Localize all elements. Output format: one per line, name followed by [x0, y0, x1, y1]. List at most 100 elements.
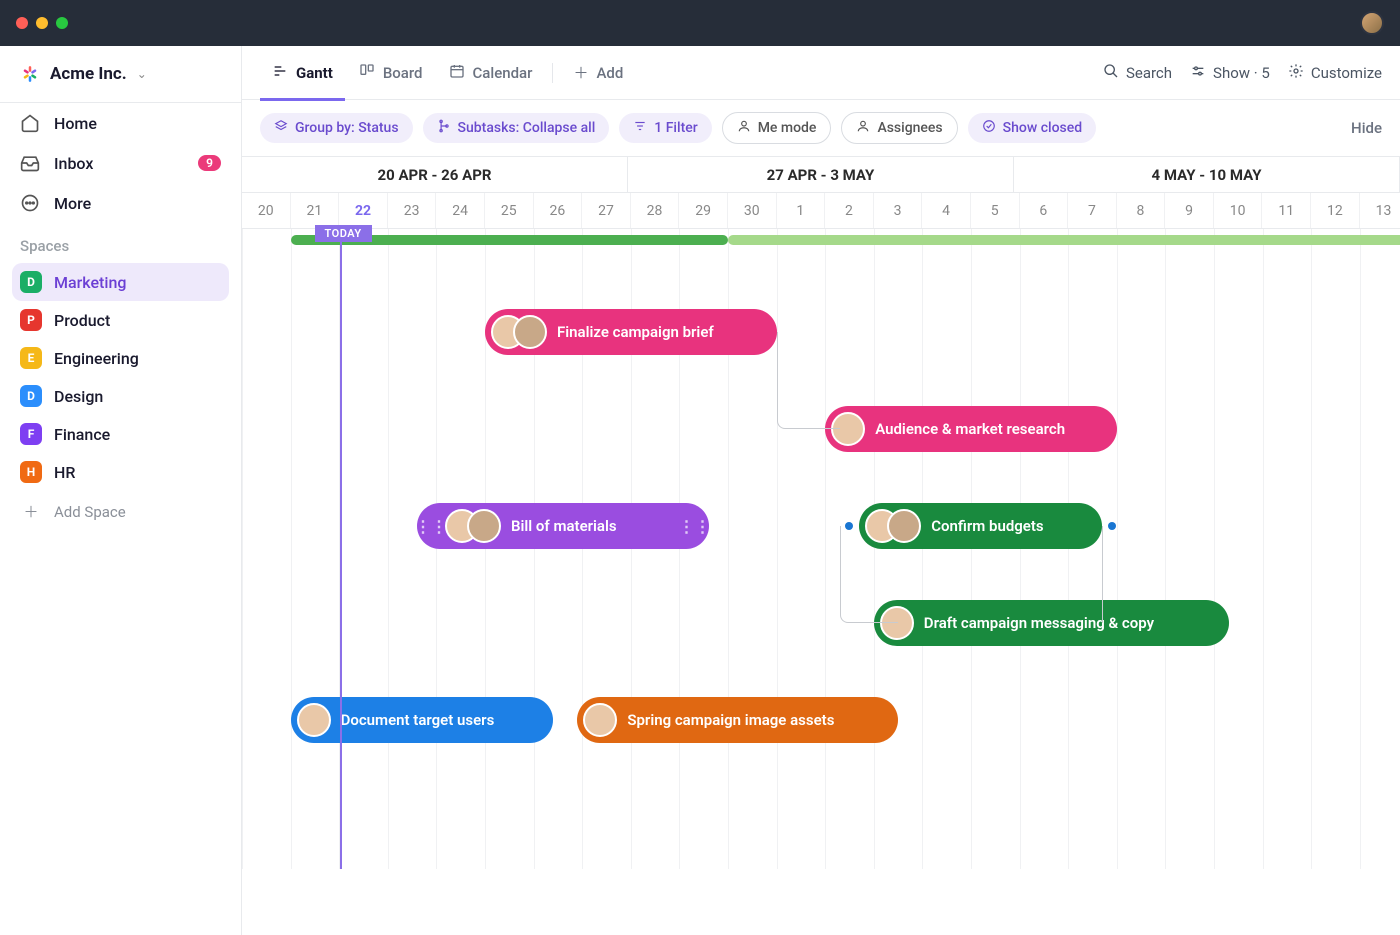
- nav-inbox[interactable]: Inbox 9: [0, 143, 241, 183]
- assignee-avatar: [297, 703, 331, 737]
- grid-line: [436, 229, 437, 869]
- sidebar-space-design[interactable]: DDesign: [12, 377, 229, 415]
- task-connector: [777, 332, 840, 429]
- chevron-down-icon: ⌄: [137, 67, 147, 81]
- sidebar-space-engineering[interactable]: EEngineering: [12, 339, 229, 377]
- space-marker-icon: D: [20, 271, 42, 293]
- sidebar-space-hr[interactable]: HHR: [12, 453, 229, 491]
- maximize-window-icon[interactable]: [56, 17, 68, 29]
- customize-button[interactable]: Customize: [1288, 63, 1382, 83]
- nav-home[interactable]: Home: [0, 103, 241, 143]
- grid-line: [1311, 229, 1312, 869]
- day-header: 4: [922, 193, 971, 228]
- assignees-pill[interactable]: Assignees: [841, 112, 957, 144]
- day-header: 27: [582, 193, 631, 228]
- space-label: Product: [54, 311, 110, 330]
- spaces-section-label: Spaces: [0, 223, 241, 263]
- grid-line: [1214, 229, 1215, 869]
- day-header: 6: [1020, 193, 1069, 228]
- show-closed-pill[interactable]: Show closed: [968, 113, 1096, 143]
- tab-board[interactable]: Board: [347, 57, 435, 89]
- space-marker-icon: H: [20, 461, 42, 483]
- view-tabs: Gantt Board Calendar ＋ Add Search: [242, 46, 1400, 100]
- day-header: 20: [242, 193, 291, 228]
- divider: [552, 63, 553, 83]
- week-header: 4 MAY - 10 MAY: [1014, 157, 1400, 192]
- grid-line: [1117, 229, 1118, 869]
- layers-icon: [274, 119, 288, 137]
- sidebar-space-finance[interactable]: F Finance: [12, 415, 229, 453]
- task-label: Confirm budgets: [931, 517, 1043, 535]
- show-button[interactable]: Show · 5: [1190, 63, 1270, 83]
- milestone-dot[interactable]: [1108, 522, 1116, 530]
- space-marker-icon: P: [20, 309, 42, 331]
- main-content: Gantt Board Calendar ＋ Add Search: [242, 46, 1400, 935]
- add-space-button[interactable]: ＋ Add Space: [0, 491, 241, 532]
- task-label: Spring campaign image assets: [627, 711, 834, 729]
- minimize-window-icon[interactable]: [36, 17, 48, 29]
- task-label: Audience & market research: [875, 420, 1065, 438]
- group-by-pill[interactable]: Group by: Status: [260, 113, 413, 143]
- grid-line: [339, 229, 340, 869]
- day-header: 22: [339, 193, 388, 228]
- search-icon: [1103, 63, 1119, 83]
- tab-calendar[interactable]: Calendar: [437, 57, 545, 89]
- close-window-icon[interactable]: [16, 17, 28, 29]
- filter-icon: [633, 119, 647, 137]
- plus-icon: ＋: [20, 501, 42, 522]
- gantt-body[interactable]: Finalize campaign brief Audience & market…: [242, 229, 1400, 869]
- space-label: Finance: [54, 425, 110, 444]
- week-header: 20 APR - 26 APR: [242, 157, 628, 192]
- day-header: 24: [436, 193, 485, 228]
- grid-line: [1068, 229, 1069, 869]
- add-view-button[interactable]: ＋ Add: [561, 57, 635, 89]
- task-bar[interactable]: Bill of materials ⋮⋮ ⋮⋮: [417, 503, 709, 549]
- task-label: Document target users: [341, 711, 495, 729]
- task-label: Bill of materials: [511, 517, 617, 535]
- subtasks-pill[interactable]: Subtasks: Collapse all: [423, 113, 610, 143]
- space-marker-icon: F: [20, 423, 42, 445]
- grid-line: [1165, 229, 1166, 869]
- app-logo-icon: [20, 64, 40, 84]
- day-header: 8: [1117, 193, 1166, 228]
- day-header: 9: [1165, 193, 1214, 228]
- titlebar: [0, 0, 1400, 46]
- day-header: 2: [825, 193, 874, 228]
- grid-line: [971, 229, 972, 869]
- drag-handle-icon[interactable]: ⋮⋮: [415, 517, 447, 536]
- hide-button[interactable]: Hide: [1351, 119, 1382, 137]
- tab-label: Calendar: [473, 64, 533, 82]
- inbox-badge: 9: [198, 155, 221, 171]
- day-header: 26: [534, 193, 583, 228]
- search-button[interactable]: Search: [1103, 63, 1172, 83]
- sidebar-space-marketing[interactable]: D Marketing: [12, 263, 229, 301]
- nav-label: More: [54, 194, 91, 213]
- settings-sliders-icon: [1190, 63, 1206, 83]
- tab-gantt[interactable]: Gantt: [260, 47, 345, 101]
- task-bar[interactable]: Finalize campaign brief: [485, 309, 777, 355]
- nav-more[interactable]: More: [0, 183, 241, 223]
- task-bar[interactable]: Document target users: [291, 697, 553, 743]
- gantt-icon: [272, 63, 288, 83]
- filter-bar: Group by: Status Subtasks: Collapse all …: [242, 100, 1400, 157]
- workspace-switcher[interactable]: Acme Inc. ⌄: [0, 46, 241, 103]
- window-controls[interactable]: [16, 17, 68, 29]
- space-label: Marketing: [54, 273, 126, 292]
- task-bar[interactable]: Spring campaign image assets: [577, 697, 898, 743]
- grid-line: [922, 229, 923, 869]
- day-header: 30: [728, 193, 777, 228]
- grid-line: [1020, 229, 1021, 869]
- me-mode-pill[interactable]: Me mode: [722, 112, 832, 144]
- drag-handle-icon[interactable]: ⋮⋮: [679, 517, 711, 536]
- sidebar-space-product[interactable]: P Product: [12, 301, 229, 339]
- task-bar[interactable]: Audience & market research: [825, 406, 1117, 452]
- day-header: 23: [388, 193, 437, 228]
- inbox-icon: [20, 153, 40, 173]
- tab-label: Board: [383, 64, 423, 82]
- grid-line: [1360, 229, 1361, 869]
- user-avatar[interactable]: [1360, 11, 1384, 35]
- filter-pill[interactable]: 1 Filter: [619, 113, 711, 143]
- task-bar[interactable]: Draft campaign messaging & copy: [874, 600, 1229, 646]
- person-icon: [737, 119, 751, 137]
- task-connector: [840, 526, 898, 623]
